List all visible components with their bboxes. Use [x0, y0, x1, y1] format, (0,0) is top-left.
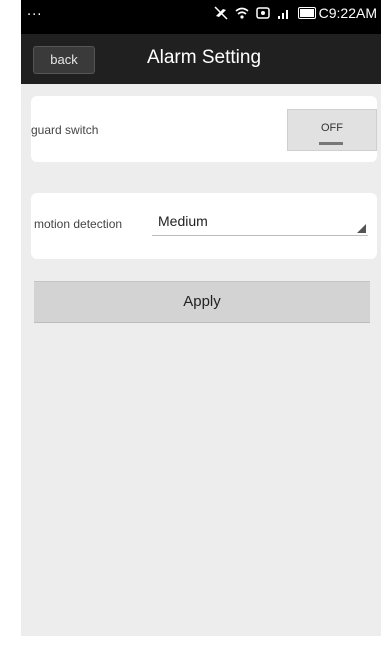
toggle-indicator — [319, 142, 343, 145]
status-dots: ... — [27, 4, 43, 19]
motion-detection-value: Medium — [158, 213, 208, 229]
guard-switch-toggle[interactable]: OFF — [287, 109, 377, 151]
guard-switch-label: guard switch — [31, 123, 99, 137]
status-bar: ... C9:22AM — [21, 0, 381, 34]
toggle-state-text: OFF — [321, 122, 343, 134]
motion-detection-label: motion detection — [34, 217, 123, 231]
wifi-icon — [235, 6, 249, 20]
motion-detection-select[interactable]: Medium — [152, 207, 368, 236]
guard-switch-card: guard switch OFF — [31, 96, 377, 162]
signal-icon — [277, 6, 291, 20]
title-bar: back Alarm Setting — [21, 34, 381, 84]
battery-icon — [297, 7, 316, 19]
phone-screen: ... C9:22AM back Alarm Setting guard swi… — [21, 0, 381, 636]
apply-button[interactable]: Apply — [34, 281, 370, 323]
status-icons: C9:22AM — [214, 5, 377, 21]
dropdown-corner-icon — [357, 224, 366, 233]
page-title: Alarm Setting — [146, 47, 262, 68]
status-time: C9:22AM — [318, 5, 377, 21]
sync-icon — [255, 6, 270, 20]
mute-icon — [214, 6, 228, 20]
motion-detection-card: motion detection Medium — [31, 193, 377, 259]
